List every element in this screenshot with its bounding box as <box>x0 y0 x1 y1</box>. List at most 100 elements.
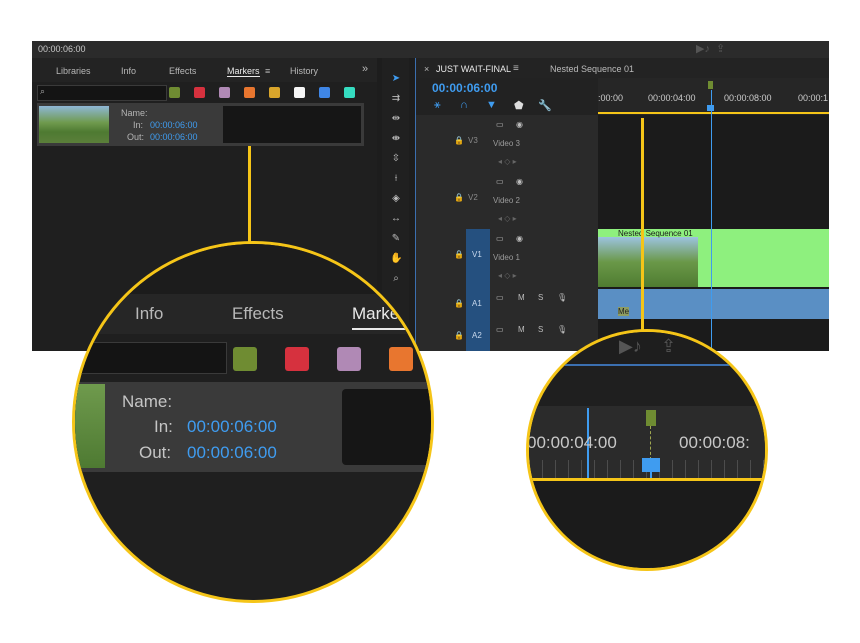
marker-color-swatch[interactable] <box>294 87 305 98</box>
close-tab-icon[interactable]: × <box>424 64 429 74</box>
audio-clip-tag: Me <box>618 307 630 316</box>
rolling-edit-tool-icon[interactable]: ⇼ <box>390 133 402 145</box>
nested-clip[interactable]: Nested Sequence 01 <box>598 229 829 287</box>
marker-color-swatch[interactable] <box>244 87 255 98</box>
in-timecode[interactable]: 00:00:06:00 <box>150 120 198 130</box>
razor-tool-icon[interactable]: ⟊ <box>390 173 402 185</box>
lock-icon[interactable]: 🔒 <box>454 193 464 202</box>
playhead-line[interactable] <box>711 90 712 351</box>
track-id: A2 <box>472 331 482 340</box>
playhead-timecode[interactable]: 00:00:06:00 <box>432 81 497 95</box>
marker-thumbnail <box>39 106 109 143</box>
track-id: V3 <box>468 136 478 145</box>
sync-icon[interactable]: ▭ <box>496 120 504 129</box>
snap-icon[interactable]: ⚹ <box>434 99 441 112</box>
track-select-tool-icon[interactable]: ⇉ <box>390 93 402 105</box>
sync-icon[interactable]: ▭ <box>496 325 504 334</box>
tab-nested-sequence[interactable]: Nested Sequence 01 <box>550 64 634 74</box>
marker-list-item[interactable]: Name: In: 00:00:06:00 Out: 00:00:06:00 <box>37 103 364 146</box>
keyframe-nav-icon[interactable]: ◂ ◇ ▸ <box>498 214 517 223</box>
track-v3: 🔒 V3 ▭ ◉ Video 3 ◂ ◇ ▸ <box>416 115 829 173</box>
top-timecode: 00:00:06:00 <box>38 44 86 54</box>
lock-icon[interactable]: 🔒 <box>454 136 464 145</box>
add-marker-icon[interactable]: ▼ <box>486 99 497 111</box>
selection-tool-icon[interactable]: ➤ <box>390 73 402 85</box>
ruler-label-12: 00:00:1 <box>798 93 829 103</box>
marker-color-swatch[interactable] <box>269 87 280 98</box>
marker-color-swatch[interactable] <box>319 87 330 98</box>
in-label: In: <box>133 120 144 130</box>
tab-markers[interactable]: Markers <box>227 66 260 77</box>
zoom-marker-flag <box>646 410 656 426</box>
solo-button[interactable]: S <box>538 293 543 302</box>
marker-color-swatch[interactable] <box>194 87 205 98</box>
callout-line-left <box>248 146 251 244</box>
zoom-audio-icon: ▶♪ <box>619 336 642 356</box>
zoom-color-swatch <box>389 347 413 371</box>
marker-color-swatch[interactable] <box>219 87 230 98</box>
tab-libraries[interactable]: Libraries <box>56 66 91 76</box>
zoom-playhead-handle <box>642 458 660 472</box>
eye-icon[interactable]: ◉ <box>516 234 523 243</box>
ripple-edit-tool-icon[interactable]: ⇹ <box>390 113 402 125</box>
search-icon: ⌕ <box>40 86 46 96</box>
keyframe-nav-icon[interactable]: ◂ ◇ ▸ <box>498 157 517 166</box>
export-icon[interactable]: ⇪ <box>716 42 725 55</box>
zoom-name-label: Name: <box>122 392 173 411</box>
zoom-in-value: 00:00:06:00 <box>187 417 277 436</box>
time-ruler[interactable]: :00:00 00:00:04:00 00:00:08:00 00:00:1 <box>598 78 829 115</box>
out-timecode[interactable]: 00:00:06:00 <box>150 132 198 142</box>
linked-selection-icon[interactable]: ∩ <box>460 99 468 111</box>
top-bar: 00:00:06:00 ▶♪ ⇪ <box>32 41 829 58</box>
tab-history[interactable]: History <box>290 66 318 76</box>
tab-effects[interactable]: Effects <box>169 66 196 76</box>
tab-menu-icon[interactable]: ≡ <box>265 66 270 76</box>
lock-icon[interactable]: 🔒 <box>454 250 464 259</box>
eye-icon[interactable]: ◉ <box>516 120 523 129</box>
tab-info[interactable]: Info <box>121 66 136 76</box>
rate-stretch-tool-icon[interactable]: ⇳ <box>390 153 402 165</box>
zoom-out-value: 00:00:06:00 <box>187 443 277 462</box>
marker-color-swatch[interactable] <box>169 87 180 98</box>
slide-tool-icon[interactable]: ↔ <box>390 213 402 225</box>
track-target[interactable]: A2 <box>466 321 490 351</box>
zoom-tab-info: Info <box>135 304 164 323</box>
timeline-panel: × JUST WAIT-FINAL ≡ Nested Sequence 01 0… <box>415 58 829 351</box>
zoom-ruler-label-a: 00:00:04:00 <box>527 433 617 452</box>
callout-line-right <box>641 118 644 330</box>
track-target[interactable]: V1 <box>466 229 490 287</box>
track-id: V1 <box>472 250 482 259</box>
marker-icon[interactable]: ⬟ <box>514 99 524 112</box>
lock-icon[interactable]: 🔒 <box>454 331 464 340</box>
audio-clip[interactable]: Me <box>598 289 829 319</box>
work-area-bar[interactable] <box>598 112 829 114</box>
marker-flag[interactable] <box>708 81 713 89</box>
track-target[interactable]: A1 <box>466 287 490 321</box>
sync-icon[interactable]: ▭ <box>496 293 504 302</box>
sync-icon[interactable]: ▭ <box>496 177 504 186</box>
eye-icon[interactable]: ◉ <box>516 177 523 186</box>
ruler-label-8: 00:00:08:00 <box>724 93 772 103</box>
zoom-out-label: Out: <box>139 443 172 462</box>
sync-icon[interactable]: ▭ <box>496 234 504 243</box>
mute-button[interactable]: M <box>518 293 525 302</box>
more-tabs-icon[interactable]: » <box>362 63 368 75</box>
wrench-icon[interactable]: 🔧 <box>538 99 552 112</box>
marker-color-swatch[interactable] <box>344 87 355 98</box>
timeline-controls: 00:00:06:00 ⚹ ∩ ▼ ⬟ 🔧 <box>416 78 598 115</box>
slip-tool-icon[interactable]: ◈ <box>390 193 402 205</box>
audio-icon[interactable]: ▶♪ <box>696 42 710 55</box>
panel-tabs: Libraries Info Effects Markers ≡ History… <box>32 58 377 82</box>
track-name: Video 2 <box>493 196 520 205</box>
zoom-timeline-ruler: ▶♪ ⇪ 00:00:04:00 00:00:08: <box>526 329 768 571</box>
zoom-export-icon: ⇪ <box>661 336 677 356</box>
lock-icon[interactable]: 🔒 <box>454 299 464 308</box>
keyframe-nav-icon[interactable]: ◂ ◇ ▸ <box>498 271 517 280</box>
mic-icon[interactable]: 🎙 <box>557 293 567 302</box>
marker-search-input[interactable]: ⌕ <box>37 85 167 101</box>
marker-name-field[interactable] <box>223 106 361 143</box>
mute-button[interactable]: M <box>518 325 525 334</box>
zoom-tab-markers: Marke <box>352 304 400 323</box>
tab-menu-icon[interactable]: ≡ <box>513 63 519 74</box>
tab-just-wait-final[interactable]: JUST WAIT-FINAL <box>436 64 511 74</box>
